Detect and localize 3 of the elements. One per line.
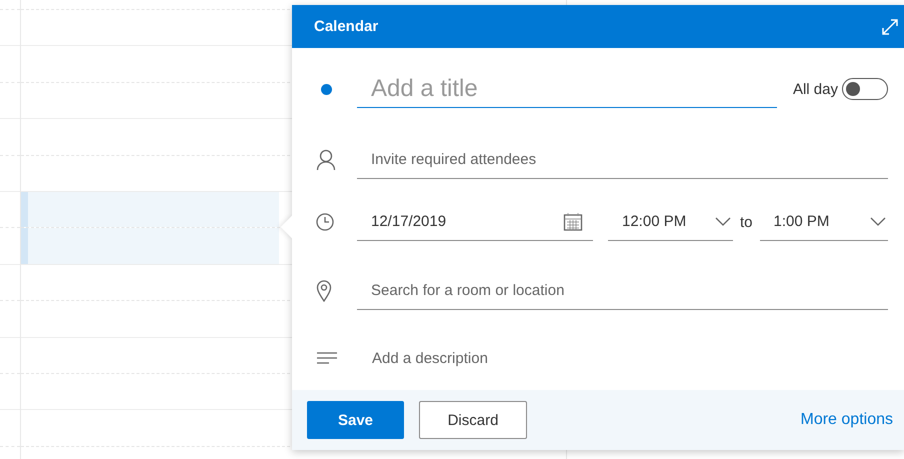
- all-day-label: All day: [792, 80, 838, 98]
- to-label: to: [740, 214, 753, 230]
- popup-title: Calendar: [314, 18, 378, 35]
